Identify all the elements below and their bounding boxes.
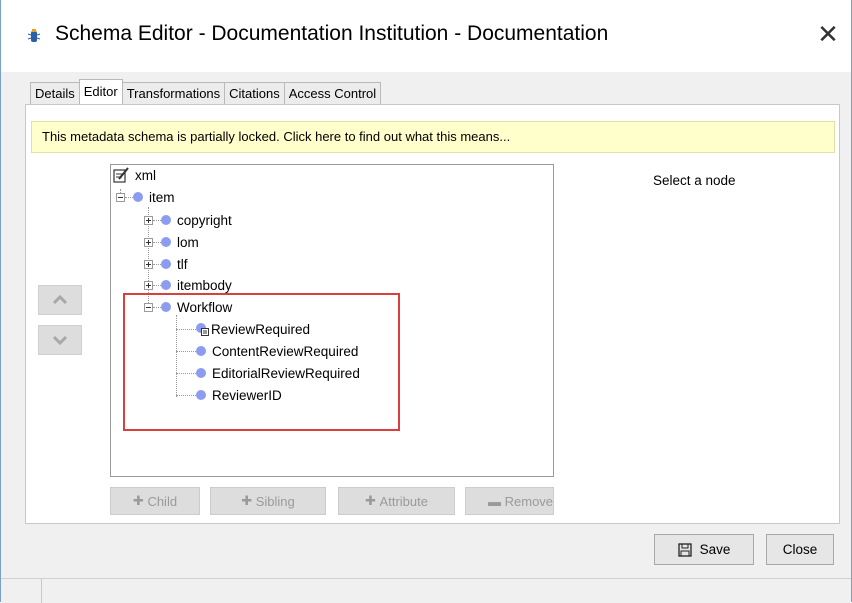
- tree-node-root[interactable]: xml: [113, 165, 156, 185]
- window-title: Schema Editor - Documentation Institutio…: [55, 22, 609, 45]
- status-bar: [1, 578, 851, 603]
- tree-connector: [153, 241, 161, 243]
- button-label: Sibling: [255, 493, 295, 509]
- button-label: Child: [147, 493, 178, 509]
- tab-transformations[interactable]: Transformations: [121, 82, 226, 104]
- add-sibling-button[interactable]: ✚ Sibling: [210, 487, 326, 515]
- minus-icon: ▬: [488, 493, 505, 509]
- node-dot-icon: [133, 192, 143, 202]
- tree-connector: [153, 284, 161, 286]
- schema-editor-window: Schema Editor - Documentation Institutio…: [0, 0, 852, 603]
- detail-placeholder: Select a node: [653, 173, 736, 188]
- tab-citations[interactable]: Citations: [224, 82, 285, 104]
- chevron-up-icon: [52, 295, 68, 305]
- floppy-disk-icon: [677, 542, 692, 557]
- tab-bar: Details Editor Transformations Citations…: [30, 79, 382, 104]
- expand-toggle[interactable]: [144, 259, 153, 269]
- title-bar: Schema Editor - Documentation Institutio…: [1, 0, 851, 72]
- tree-node-item[interactable]: item: [116, 187, 175, 207]
- plus-icon: ✚: [241, 493, 256, 508]
- add-child-button[interactable]: ✚ Child: [110, 487, 200, 515]
- tree-node-itembody[interactable]: itembody: [144, 275, 232, 295]
- node-dot-icon: [161, 237, 171, 247]
- collapse-toggle[interactable]: [116, 192, 125, 202]
- move-up-button[interactable]: [38, 285, 82, 315]
- close-button[interactable]: Close: [766, 534, 834, 565]
- expand-toggle[interactable]: [144, 237, 153, 247]
- plus-icon: ✚: [132, 493, 148, 508]
- tab-editor[interactable]: Editor: [78, 79, 123, 104]
- expand-toggle[interactable]: [144, 215, 153, 225]
- tree-node-label: tlf: [177, 256, 188, 272]
- button-label: Attribute: [379, 493, 428, 509]
- status-separator: [41, 579, 42, 603]
- workflow-highlight-box: [123, 293, 400, 431]
- button-label: Remove: [504, 493, 554, 509]
- tree-connector: [153, 219, 161, 221]
- tab-access-control[interactable]: Access Control: [283, 82, 382, 104]
- tree-connector: [153, 263, 161, 265]
- button-label: Save: [699, 542, 731, 557]
- tree-node-lom[interactable]: lom: [144, 232, 199, 252]
- tree-node-label: lom: [177, 234, 199, 250]
- node-dot-icon: [161, 215, 171, 225]
- tree-node-tlf[interactable]: tlf: [144, 254, 188, 274]
- save-button[interactable]: Save: [654, 534, 754, 565]
- move-down-button[interactable]: [38, 325, 82, 355]
- tree-node-label: itembody: [177, 277, 232, 293]
- remove-button[interactable]: ▬ Remove: [465, 487, 554, 515]
- tab-details[interactable]: Details: [30, 82, 80, 104]
- window-close-button[interactable]: ✕: [813, 18, 843, 50]
- tree-node-label: item: [149, 189, 175, 205]
- node-dot-icon: [161, 280, 171, 290]
- locked-schema-banner[interactable]: This metadata schema is partially locked…: [31, 121, 835, 153]
- tree-node-copyright[interactable]: copyright: [144, 210, 232, 230]
- plus-icon: ✚: [365, 493, 380, 508]
- node-dot-icon: [161, 259, 171, 269]
- chevron-down-icon: [52, 335, 68, 345]
- tree-node-label: copyright: [177, 212, 232, 228]
- tree-node-label: xml: [135, 167, 156, 183]
- app-icon: [27, 29, 41, 42]
- expand-toggle[interactable]: [144, 280, 153, 290]
- xml-edit-icon: [113, 167, 129, 183]
- tree-connector: [125, 196, 133, 198]
- add-attribute-button[interactable]: ✚ Attribute: [338, 487, 455, 515]
